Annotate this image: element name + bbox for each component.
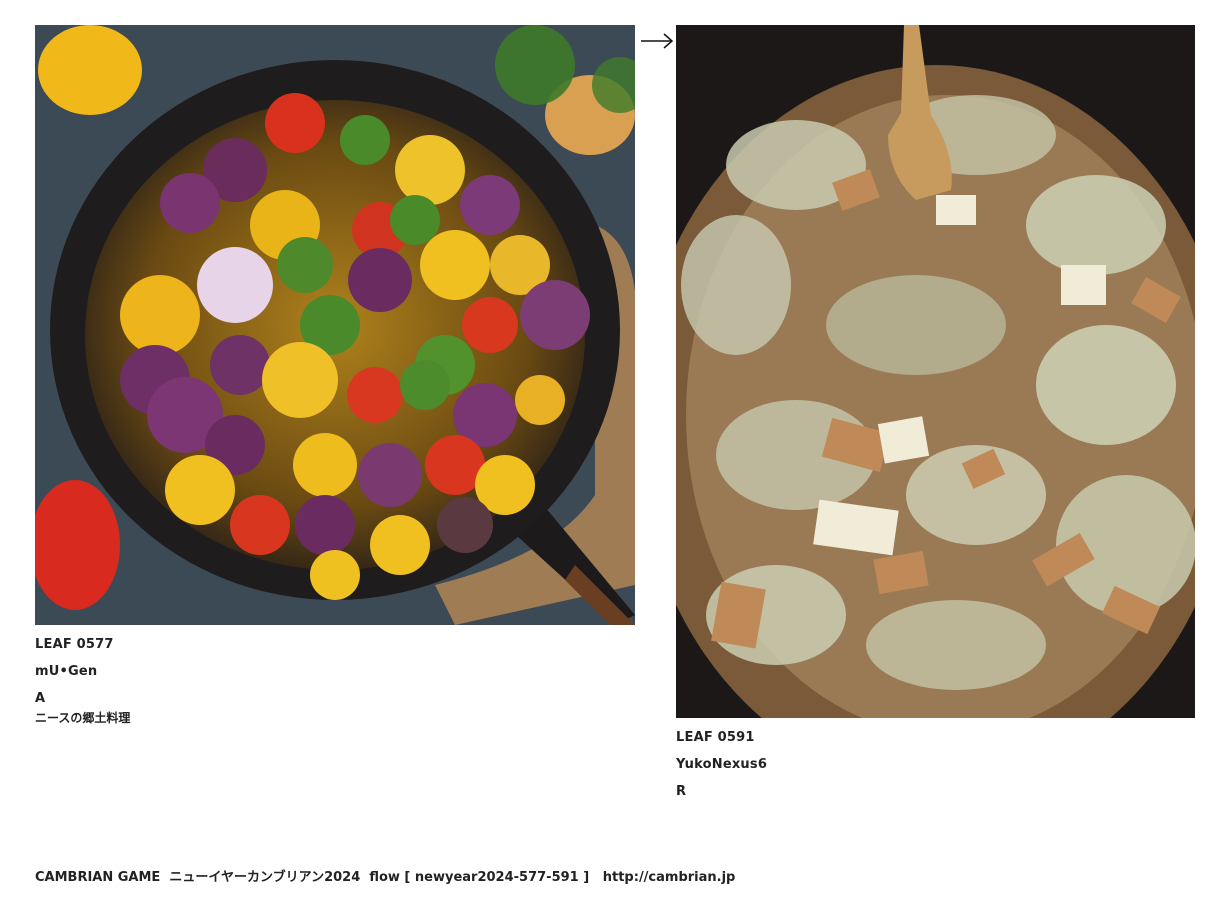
footer: CAMBRIAN GAME ニューイヤーカンブリアン2024 flow [ ne… [35,866,735,885]
footer-url-link[interactable]: http://cambrian.jp [603,870,736,885]
leaf-author: YukoNexus6 [676,757,768,772]
leaf-card-0577: LEAF 0577 mU•Gen A ニースの郷土料理 [35,25,635,726]
leaf-grade: A [35,691,46,706]
yellow-pepper [38,25,142,115]
leaf-photo-ratatouille[interactable] [35,25,635,625]
leaf-card-0591: LEAF 0591 YukoNexus6 R [676,25,1195,799]
footer-flow: flow [ newyear2024-577-591 ] [369,870,590,885]
leaf-caption: ニースの郷土料理 [35,711,131,725]
ratatouille-image [35,25,635,625]
leaf-id: LEAF 0577 [35,637,114,652]
leaf-id: LEAF 0591 [676,730,755,745]
cabbage-stew-image [676,25,1195,718]
footer-brand: CAMBRIAN GAME [35,870,161,885]
footer-event: ニューイヤーカンブリアン2024 [169,870,361,885]
leaf-photo-cabbage-stew[interactable] [676,25,1195,718]
leaf-grade: R [676,784,687,799]
leaf-author: mU•Gen [35,664,98,679]
right-arrow-icon [640,29,674,53]
